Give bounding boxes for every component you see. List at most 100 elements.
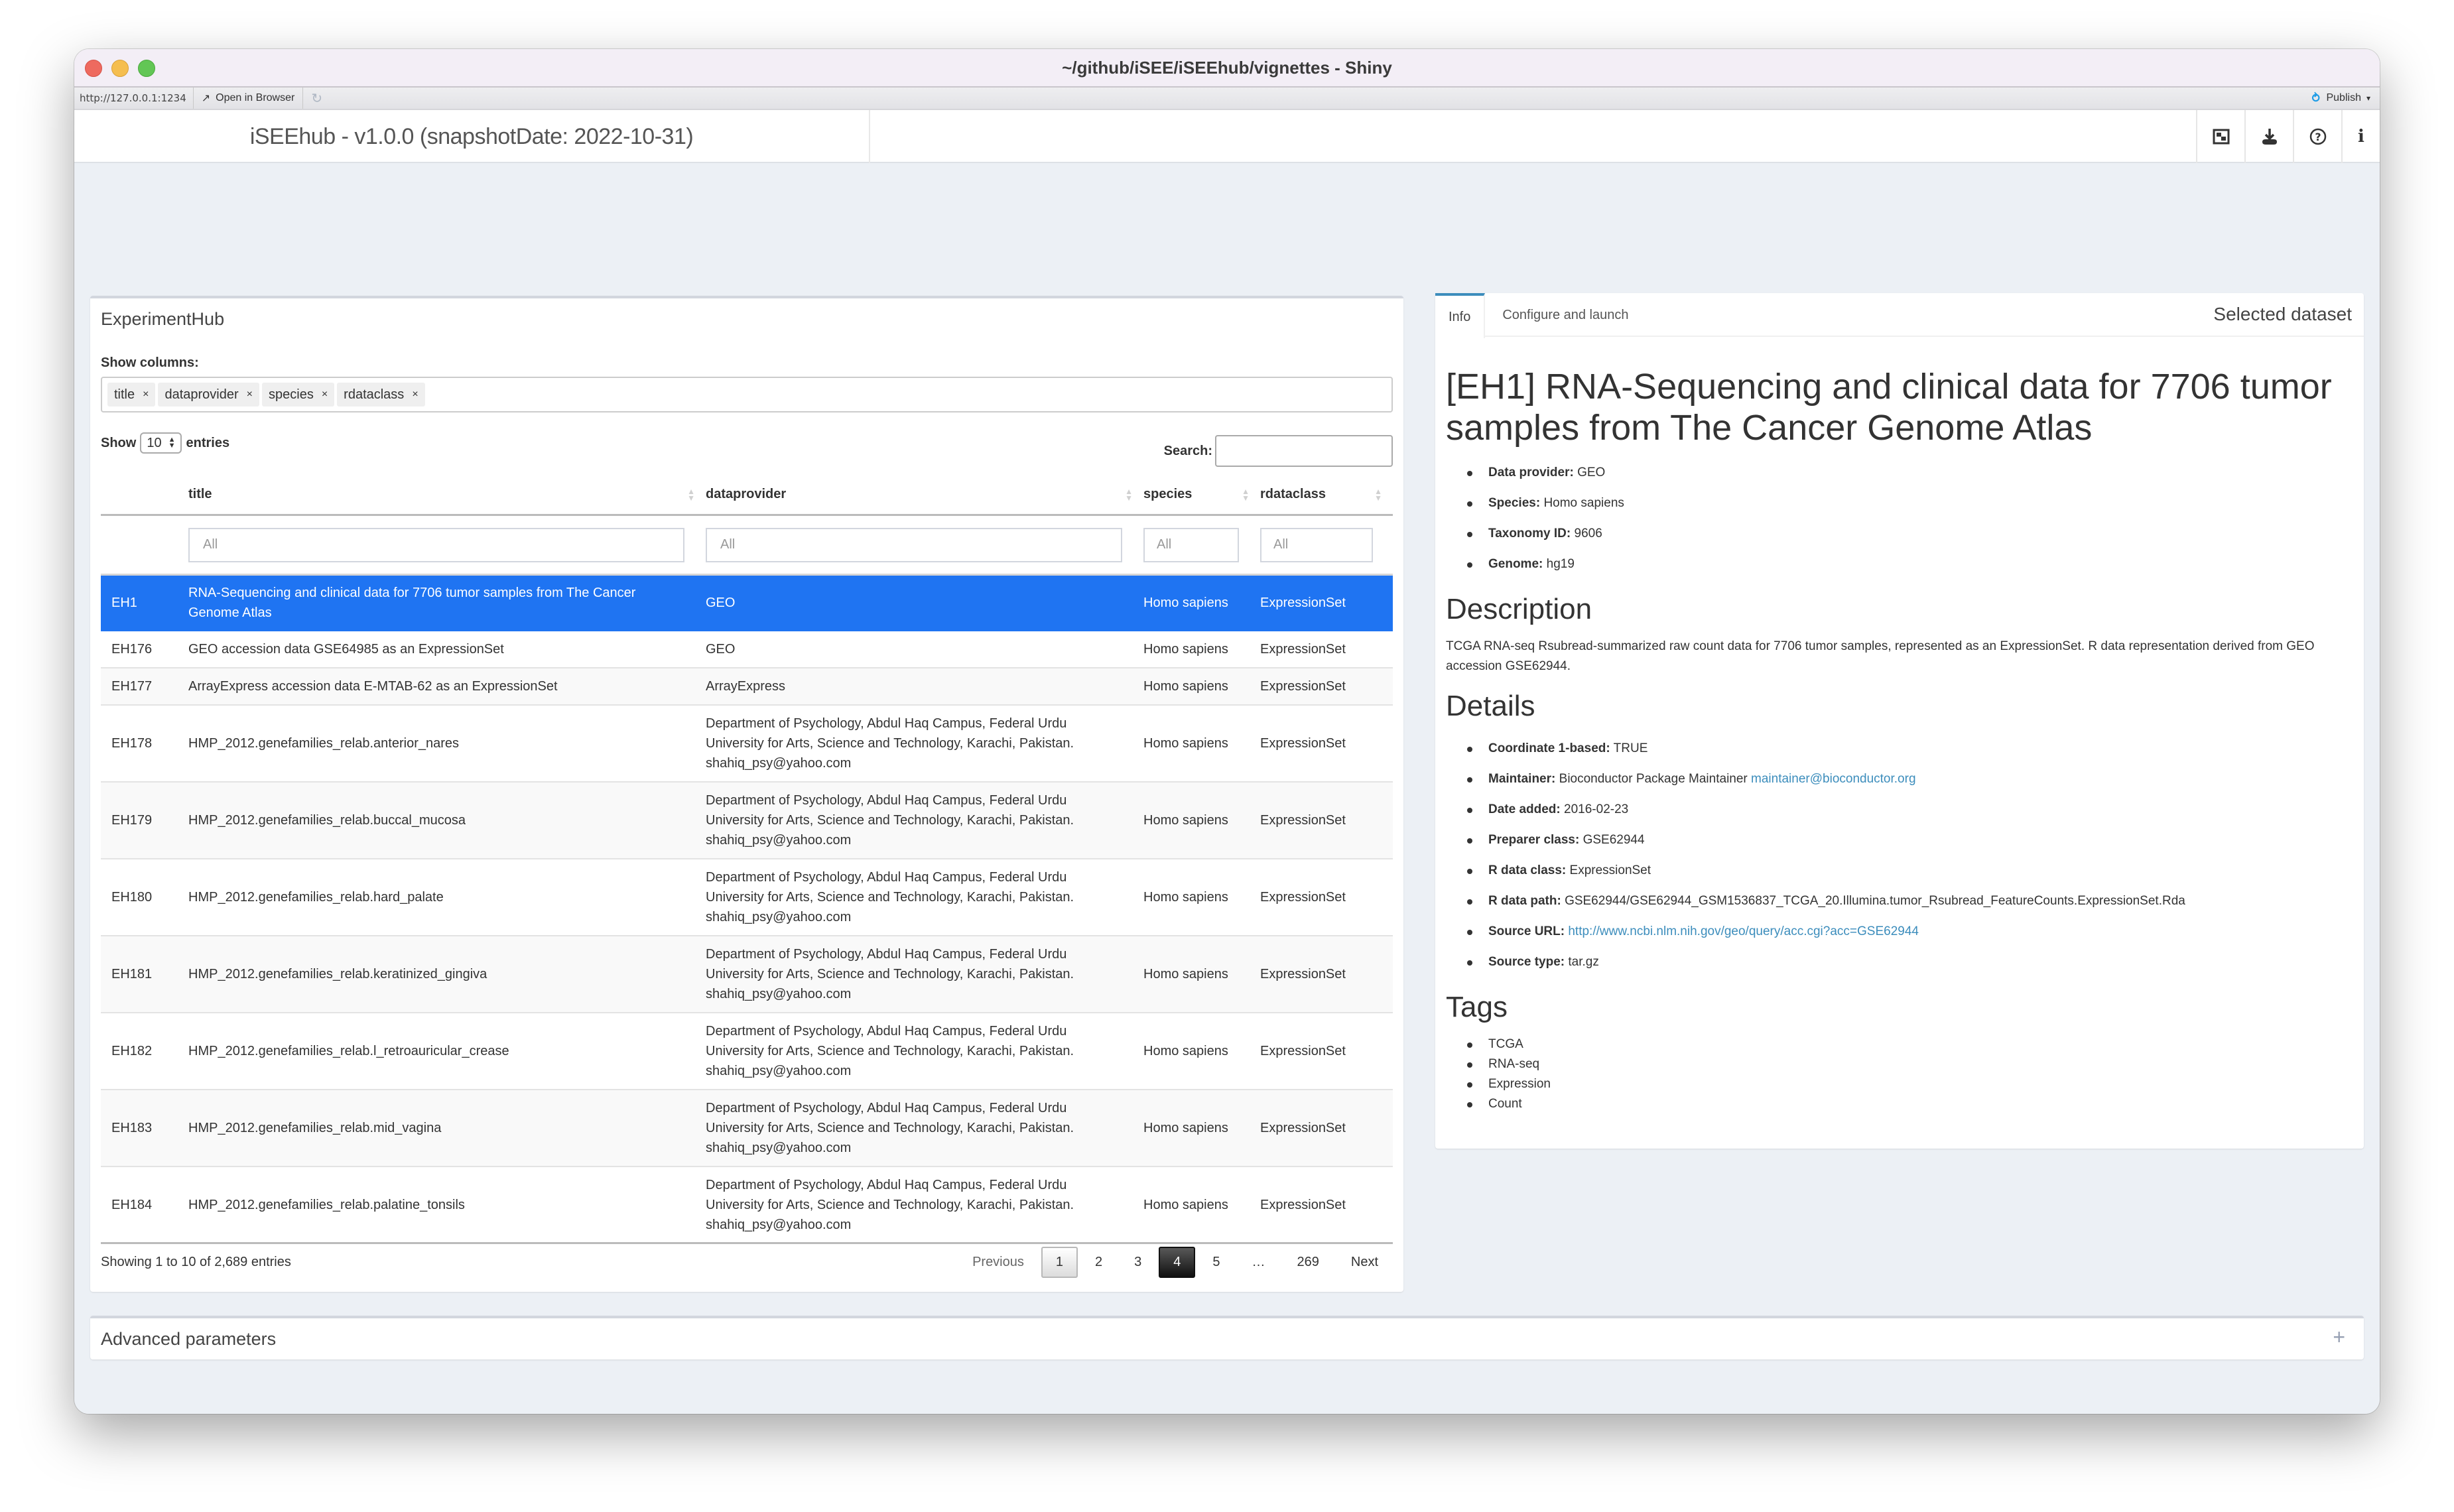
table-row[interactable]: EH182 HMP_2012.genefamilies_relab.l_retr… xyxy=(101,1013,1393,1090)
close-window-button[interactable] xyxy=(85,60,102,77)
detail-value: Bioconductor Package Maintainer xyxy=(1559,772,1748,786)
detail-label: Maintainer: xyxy=(1488,772,1556,786)
screenshot-button[interactable] xyxy=(2196,110,2244,163)
search-input[interactable] xyxy=(1215,435,1393,467)
page-button-active[interactable]: 4 xyxy=(1159,1247,1196,1278)
detail-item: Date added: 2016-02-23 xyxy=(1467,794,2353,825)
table-footer: Showing 1 to 10 of 2,689 entries Previou… xyxy=(101,1247,1393,1278)
tags-heading: Tags xyxy=(1446,991,1508,1023)
column-chip[interactable]: species × xyxy=(262,383,335,407)
cell-title: ArrayExpress accession data E-MTAB-62 as… xyxy=(188,679,558,694)
page-button[interactable]: 1 xyxy=(1041,1247,1078,1278)
chevron-down-icon: ▾ xyxy=(2366,94,2370,103)
header-label: species xyxy=(1143,487,1193,501)
detail-item: Coordinate 1-based: TRUE xyxy=(1467,733,2353,764)
cell-id: EH180 xyxy=(111,890,153,905)
filter-species-input[interactable]: All xyxy=(1143,527,1239,562)
cell-dataprovider: ArrayExpress xyxy=(706,679,786,694)
external-window-icon: ↗ xyxy=(201,93,211,104)
info-tab-content: [EH1] RNA-Sequencing and clinical data f… xyxy=(1446,366,2353,1114)
expand-icon[interactable]: + xyxy=(2333,1325,2345,1350)
advanced-parameters-box[interactable]: Advanced parameters + xyxy=(90,1316,2364,1359)
column-chip[interactable]: dataprovider × xyxy=(158,383,259,407)
remove-icon[interactable]: × xyxy=(322,389,328,401)
cell-id: EH184 xyxy=(111,1197,153,1212)
cell-species: Homo sapiens xyxy=(1143,967,1228,981)
filter-title-input[interactable]: All xyxy=(188,527,684,562)
page-length-select[interactable]: 10 ▲ ▼ xyxy=(140,432,182,454)
app-title: iSEEhub - v1.0.0 (snapshotDate: 2022-10-… xyxy=(249,123,694,149)
remove-icon[interactable]: × xyxy=(143,389,149,401)
page-button[interactable]: 2 xyxy=(1080,1247,1117,1278)
tab-configure-and-launch[interactable]: Configure and launch xyxy=(1485,293,1646,337)
download-icon xyxy=(2262,129,2277,145)
tab-info[interactable]: Info xyxy=(1435,293,1486,338)
detail-label: Source URL: xyxy=(1488,924,1565,938)
cell-dataprovider: GEO xyxy=(706,596,736,610)
table-header-row: title ▲ ▼ dataprovider ▲ ▼ species ▲ ▼ rdatacl… xyxy=(101,475,1393,516)
page-button[interactable]: 3 xyxy=(1120,1247,1156,1278)
column-chip[interactable]: rdataclass × xyxy=(337,383,425,407)
summary-label: Species: xyxy=(1488,496,1541,510)
title-bar: ~/github/iSEE/iSEEhub/vignettes - Shiny xyxy=(74,49,2380,88)
table-row[interactable]: EH176 GEO accession data GSE64985 as an … xyxy=(101,631,1393,668)
summary-label: Data provider: xyxy=(1488,466,1574,479)
open-in-browser-button[interactable]: ↗ Open in Browser xyxy=(194,88,304,109)
screenshot-icon xyxy=(2213,129,2229,145)
header-dataprovider[interactable]: dataprovider ▲ ▼ xyxy=(706,487,1143,502)
experimenthub-title: ExperimentHub xyxy=(101,309,225,329)
refresh-icon[interactable]: ↻ xyxy=(303,90,330,107)
table-row[interactable]: EH183 HMP_2012.genefamilies_relab.mid_va… xyxy=(101,1090,1393,1167)
table-row[interactable]: EH181 HMP_2012.genefamilies_relab.kerati… xyxy=(101,936,1393,1013)
download-button[interactable] xyxy=(2244,110,2293,163)
cell-rdataclass: ExpressionSet xyxy=(1260,1044,1346,1058)
show-columns-input[interactable]: title × dataprovider × species × rdataclass… xyxy=(101,377,1393,412)
remove-icon[interactable]: × xyxy=(412,389,418,401)
table-row[interactable]: EH177 ArrayExpress accession data E-MTAB… xyxy=(101,668,1393,706)
previous-page-button[interactable]: Previous xyxy=(958,1247,1039,1278)
table-row[interactable]: EH184 HMP_2012.genefamilies_relab.palati… xyxy=(101,1167,1393,1244)
publish-button[interactable]: ⥁ Publish ▾ xyxy=(2311,92,2380,105)
column-chip-label: rdataclass xyxy=(344,387,405,402)
sort-icon: ▲ ▼ xyxy=(1125,486,1133,503)
zoom-window-button[interactable] xyxy=(138,60,155,77)
info-button[interactable]: i xyxy=(2341,110,2380,163)
table-row[interactable]: EH1 RNA-Sequencing and clinical data for… xyxy=(101,576,1393,631)
help-icon: ? xyxy=(2309,128,2326,145)
detail-item: Source URL: http://www.ncbi.nlm.nih.gov/… xyxy=(1467,916,2353,947)
tag-item: TCGA xyxy=(1467,1035,2353,1054)
cell-rdataclass: ExpressionSet xyxy=(1260,813,1346,828)
header-rdataclass[interactable]: rdataclass ▲ ▼ xyxy=(1260,487,1393,502)
filter-rdataclass-input[interactable]: All xyxy=(1260,527,1373,562)
cell-species: Homo sapiens xyxy=(1143,813,1228,828)
next-page-button[interactable]: Next xyxy=(1336,1247,1393,1278)
header-species[interactable]: species ▲ ▼ xyxy=(1143,487,1260,502)
filter-dataprovider-input[interactable]: All xyxy=(706,527,1122,562)
cell-dataprovider: GEO xyxy=(706,642,736,657)
cell-id: EH1 xyxy=(111,596,137,610)
remove-icon[interactable]: × xyxy=(247,389,253,401)
table-row[interactable]: EH180 HMP_2012.genefamilies_relab.hard_p… xyxy=(101,859,1393,936)
cell-dataprovider: Department of Psychology, Abdul Haq Camp… xyxy=(706,793,1074,848)
detail-item: R data class: ExpressionSet xyxy=(1467,855,2353,886)
page-button[interactable]: 5 xyxy=(1198,1247,1234,1278)
source-url-link[interactable]: http://www.ncbi.nlm.nih.gov/geo/query/ac… xyxy=(1568,924,1919,938)
column-chip-label: dataprovider xyxy=(164,387,239,402)
cell-species: Homo sapiens xyxy=(1143,642,1228,657)
detail-label: Preparer class: xyxy=(1488,833,1580,847)
detail-item: Preparer class: GSE62944 xyxy=(1467,825,2353,855)
info-icon: i xyxy=(2358,127,2364,147)
description-text: TCGA RNA-seq Rsubread-summarized raw cou… xyxy=(1446,639,2315,673)
help-button[interactable]: ? xyxy=(2293,110,2341,163)
cell-rdataclass: ExpressionSet xyxy=(1260,967,1346,981)
table-row[interactable]: EH179 HMP_2012.genefamilies_relab.buccal… xyxy=(101,783,1393,859)
page-button[interactable]: 269 xyxy=(1283,1247,1334,1278)
maintainer-email-link[interactable]: maintainer@bioconductor.org xyxy=(1751,772,1915,786)
minimize-window-button[interactable] xyxy=(111,60,129,77)
cell-id: EH179 xyxy=(111,813,153,828)
table-row[interactable]: EH178 HMP_2012.genefamilies_relab.anteri… xyxy=(101,706,1393,783)
column-chip[interactable]: title × xyxy=(107,383,156,407)
header-title[interactable]: title ▲ ▼ xyxy=(188,487,706,502)
detail-label: Coordinate 1-based: xyxy=(1488,741,1610,755)
summary-value: 9606 xyxy=(1574,527,1602,540)
